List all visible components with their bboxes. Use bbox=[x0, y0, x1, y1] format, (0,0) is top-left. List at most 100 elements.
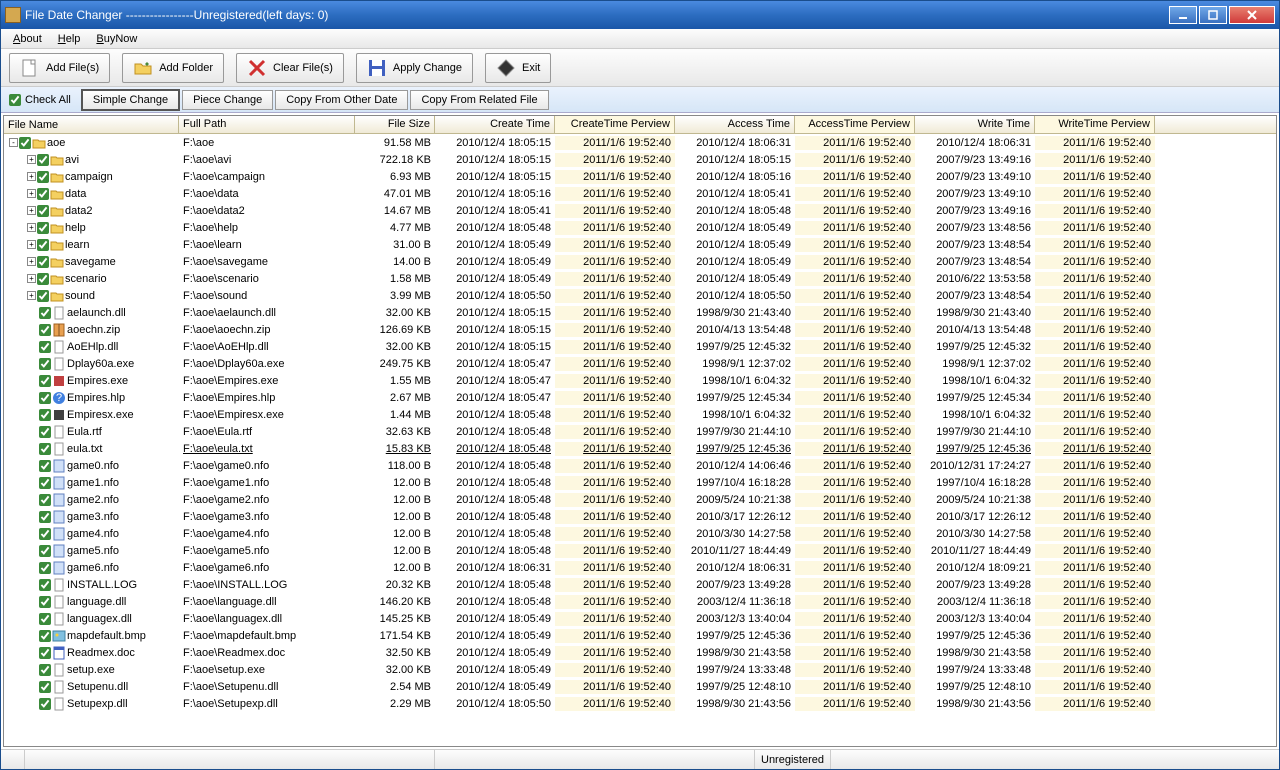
col-writetime-preview[interactable]: WriteTime Perview bbox=[1035, 116, 1155, 133]
row-checkbox[interactable] bbox=[39, 630, 51, 642]
table-row[interactable]: game2.nfoF:\aoe\game2.nfo12.00 B2010/12/… bbox=[4, 491, 1276, 508]
table-row[interactable]: +scenarioF:\aoe\scenario1.58 MB2010/12/4… bbox=[4, 270, 1276, 287]
menu-about[interactable]: About bbox=[5, 31, 50, 47]
maximize-button[interactable] bbox=[1199, 6, 1227, 24]
row-checkbox[interactable] bbox=[39, 358, 51, 370]
table-row[interactable]: game0.nfoF:\aoe\game0.nfo118.00 B2010/12… bbox=[4, 457, 1276, 474]
table-row[interactable]: Setupenu.dllF:\aoe\Setupenu.dll2.54 MB20… bbox=[4, 678, 1276, 695]
table-row[interactable]: languagex.dllF:\aoe\languagex.dll145.25 … bbox=[4, 610, 1276, 627]
table-row[interactable]: Setupexp.dllF:\aoe\Setupexp.dll2.29 MB20… bbox=[4, 695, 1276, 712]
table-row[interactable]: Empires.exeF:\aoe\Empires.exe1.55 MB2010… bbox=[4, 372, 1276, 389]
table-row[interactable]: game3.nfoF:\aoe\game3.nfo12.00 B2010/12/… bbox=[4, 508, 1276, 525]
check-all[interactable]: Check All bbox=[9, 94, 71, 106]
row-checkbox[interactable] bbox=[39, 562, 51, 574]
table-row[interactable]: game1.nfoF:\aoe\game1.nfo12.00 B2010/12/… bbox=[4, 474, 1276, 491]
row-checkbox[interactable] bbox=[19, 137, 31, 149]
table-row[interactable]: Empiresx.exeF:\aoe\Empiresx.exe1.44 MB20… bbox=[4, 406, 1276, 423]
row-checkbox[interactable] bbox=[39, 596, 51, 608]
row-checkbox[interactable] bbox=[39, 528, 51, 540]
tree-toggle[interactable]: + bbox=[27, 257, 36, 266]
grid-body[interactable]: -aoeF:\aoe91.58 MB2010/12/4 18:05:152011… bbox=[4, 134, 1276, 746]
clear-files-button[interactable]: Clear File(s) bbox=[236, 53, 344, 83]
exit-button[interactable]: Exit bbox=[485, 53, 551, 83]
row-checkbox[interactable] bbox=[39, 613, 51, 625]
row-checkbox[interactable] bbox=[37, 239, 49, 251]
add-folder-button[interactable]: Add Folder bbox=[122, 53, 224, 83]
table-row[interactable]: +soundF:\aoe\sound3.99 MB2010/12/4 18:05… bbox=[4, 287, 1276, 304]
table-row[interactable]: eula.txtF:\aoe\eula.txt15.83 KB2010/12/4… bbox=[4, 440, 1276, 457]
row-checkbox[interactable] bbox=[37, 205, 49, 217]
check-all-checkbox[interactable] bbox=[9, 94, 21, 106]
row-checkbox[interactable] bbox=[39, 426, 51, 438]
menu-help[interactable]: Help bbox=[50, 31, 89, 47]
tree-toggle[interactable]: + bbox=[27, 291, 36, 300]
row-checkbox[interactable] bbox=[39, 579, 51, 591]
col-filename[interactable]: File Name bbox=[4, 116, 179, 133]
tree-toggle[interactable]: + bbox=[27, 274, 36, 283]
table-row[interactable]: game4.nfoF:\aoe\game4.nfo12.00 B2010/12/… bbox=[4, 525, 1276, 542]
row-checkbox[interactable] bbox=[39, 341, 51, 353]
tree-toggle[interactable]: + bbox=[27, 206, 36, 215]
table-row[interactable]: setup.exeF:\aoe\setup.exe32.00 KB2010/12… bbox=[4, 661, 1276, 678]
menu-buynow[interactable]: BuyNow bbox=[88, 31, 145, 47]
table-row[interactable]: Dplay60a.exeF:\aoe\Dplay60a.exe249.75 KB… bbox=[4, 355, 1276, 372]
table-row[interactable]: Eula.rtfF:\aoe\Eula.rtf32.63 KB2010/12/4… bbox=[4, 423, 1276, 440]
table-row[interactable]: INSTALL.LOGF:\aoe\INSTALL.LOG20.32 KB201… bbox=[4, 576, 1276, 593]
col-writetime[interactable]: Write Time bbox=[915, 116, 1035, 133]
table-row[interactable]: +learnF:\aoe\learn31.00 B2010/12/4 18:05… bbox=[4, 236, 1276, 253]
tree-toggle[interactable]: + bbox=[27, 223, 36, 232]
titlebar[interactable]: File Date Changer -----------------Unreg… bbox=[1, 1, 1279, 29]
apply-change-button[interactable]: Apply Change bbox=[356, 53, 473, 83]
col-createtime-preview[interactable]: CreateTime Perview bbox=[555, 116, 675, 133]
col-accesstime-preview[interactable]: AccessTime Perview bbox=[795, 116, 915, 133]
row-checkbox[interactable] bbox=[37, 290, 49, 302]
col-filesize[interactable]: File Size bbox=[355, 116, 435, 133]
col-createtime[interactable]: Create Time bbox=[435, 116, 555, 133]
row-checkbox[interactable] bbox=[39, 392, 51, 404]
row-checkbox[interactable] bbox=[39, 545, 51, 557]
row-checkbox[interactable] bbox=[39, 460, 51, 472]
row-checkbox[interactable] bbox=[39, 324, 51, 336]
row-checkbox[interactable] bbox=[39, 494, 51, 506]
row-checkbox[interactable] bbox=[37, 171, 49, 183]
tree-toggle[interactable]: + bbox=[27, 189, 36, 198]
table-row[interactable]: aoechn.zipF:\aoe\aoechn.zip126.69 KB2010… bbox=[4, 321, 1276, 338]
table-row[interactable]: game5.nfoF:\aoe\game5.nfo12.00 B2010/12/… bbox=[4, 542, 1276, 559]
table-row[interactable]: aelaunch.dllF:\aoe\aelaunch.dll32.00 KB2… bbox=[4, 304, 1276, 321]
table-row[interactable]: mapdefault.bmpF:\aoe\mapdefault.bmp171.5… bbox=[4, 627, 1276, 644]
tab-copy-other[interactable]: Copy From Other Date bbox=[275, 90, 408, 110]
row-checkbox[interactable] bbox=[39, 681, 51, 693]
tree-toggle[interactable]: - bbox=[9, 138, 18, 147]
table-row[interactable]: AoEHlp.dllF:\aoe\AoEHlp.dll32.00 KB2010/… bbox=[4, 338, 1276, 355]
col-accesstime[interactable]: Access Time bbox=[675, 116, 795, 133]
row-checkbox[interactable] bbox=[37, 256, 49, 268]
tree-toggle[interactable]: + bbox=[27, 155, 36, 164]
table-row[interactable]: +savegameF:\aoe\savegame14.00 B2010/12/4… bbox=[4, 253, 1276, 270]
table-row[interactable]: game6.nfoF:\aoe\game6.nfo12.00 B2010/12/… bbox=[4, 559, 1276, 576]
table-row[interactable]: +campaignF:\aoe\campaign6.93 MB2010/12/4… bbox=[4, 168, 1276, 185]
row-checkbox[interactable] bbox=[39, 477, 51, 489]
row-checkbox[interactable] bbox=[37, 154, 49, 166]
table-row[interactable]: +dataF:\aoe\data47.01 MB2010/12/4 18:05:… bbox=[4, 185, 1276, 202]
row-checkbox[interactable] bbox=[39, 443, 51, 455]
row-checkbox[interactable] bbox=[37, 188, 49, 200]
row-checkbox[interactable] bbox=[39, 664, 51, 676]
table-row[interactable]: +helpF:\aoe\help4.77 MB2010/12/4 18:05:4… bbox=[4, 219, 1276, 236]
tab-copy-related[interactable]: Copy From Related File bbox=[410, 90, 548, 110]
row-checkbox[interactable] bbox=[39, 375, 51, 387]
row-checkbox[interactable] bbox=[39, 511, 51, 523]
tab-simple-change[interactable]: Simple Change bbox=[81, 89, 180, 111]
table-row[interactable]: +data2F:\aoe\data214.67 MB2010/12/4 18:0… bbox=[4, 202, 1276, 219]
col-fullpath[interactable]: Full Path bbox=[179, 116, 355, 133]
row-checkbox[interactable] bbox=[39, 409, 51, 421]
table-row[interactable]: +aviF:\aoe\avi722.18 KB2010/12/4 18:05:1… bbox=[4, 151, 1276, 168]
table-row[interactable]: ?Empires.hlpF:\aoe\Empires.hlp2.67 MB201… bbox=[4, 389, 1276, 406]
tree-toggle[interactable]: + bbox=[27, 240, 36, 249]
row-checkbox[interactable] bbox=[39, 698, 51, 710]
close-button[interactable] bbox=[1229, 6, 1275, 24]
tree-toggle[interactable]: + bbox=[27, 172, 36, 181]
row-checkbox[interactable] bbox=[37, 273, 49, 285]
minimize-button[interactable] bbox=[1169, 6, 1197, 24]
table-row[interactable]: -aoeF:\aoe91.58 MB2010/12/4 18:05:152011… bbox=[4, 134, 1276, 151]
table-row[interactable]: Readmex.docF:\aoe\Readmex.doc32.50 KB201… bbox=[4, 644, 1276, 661]
